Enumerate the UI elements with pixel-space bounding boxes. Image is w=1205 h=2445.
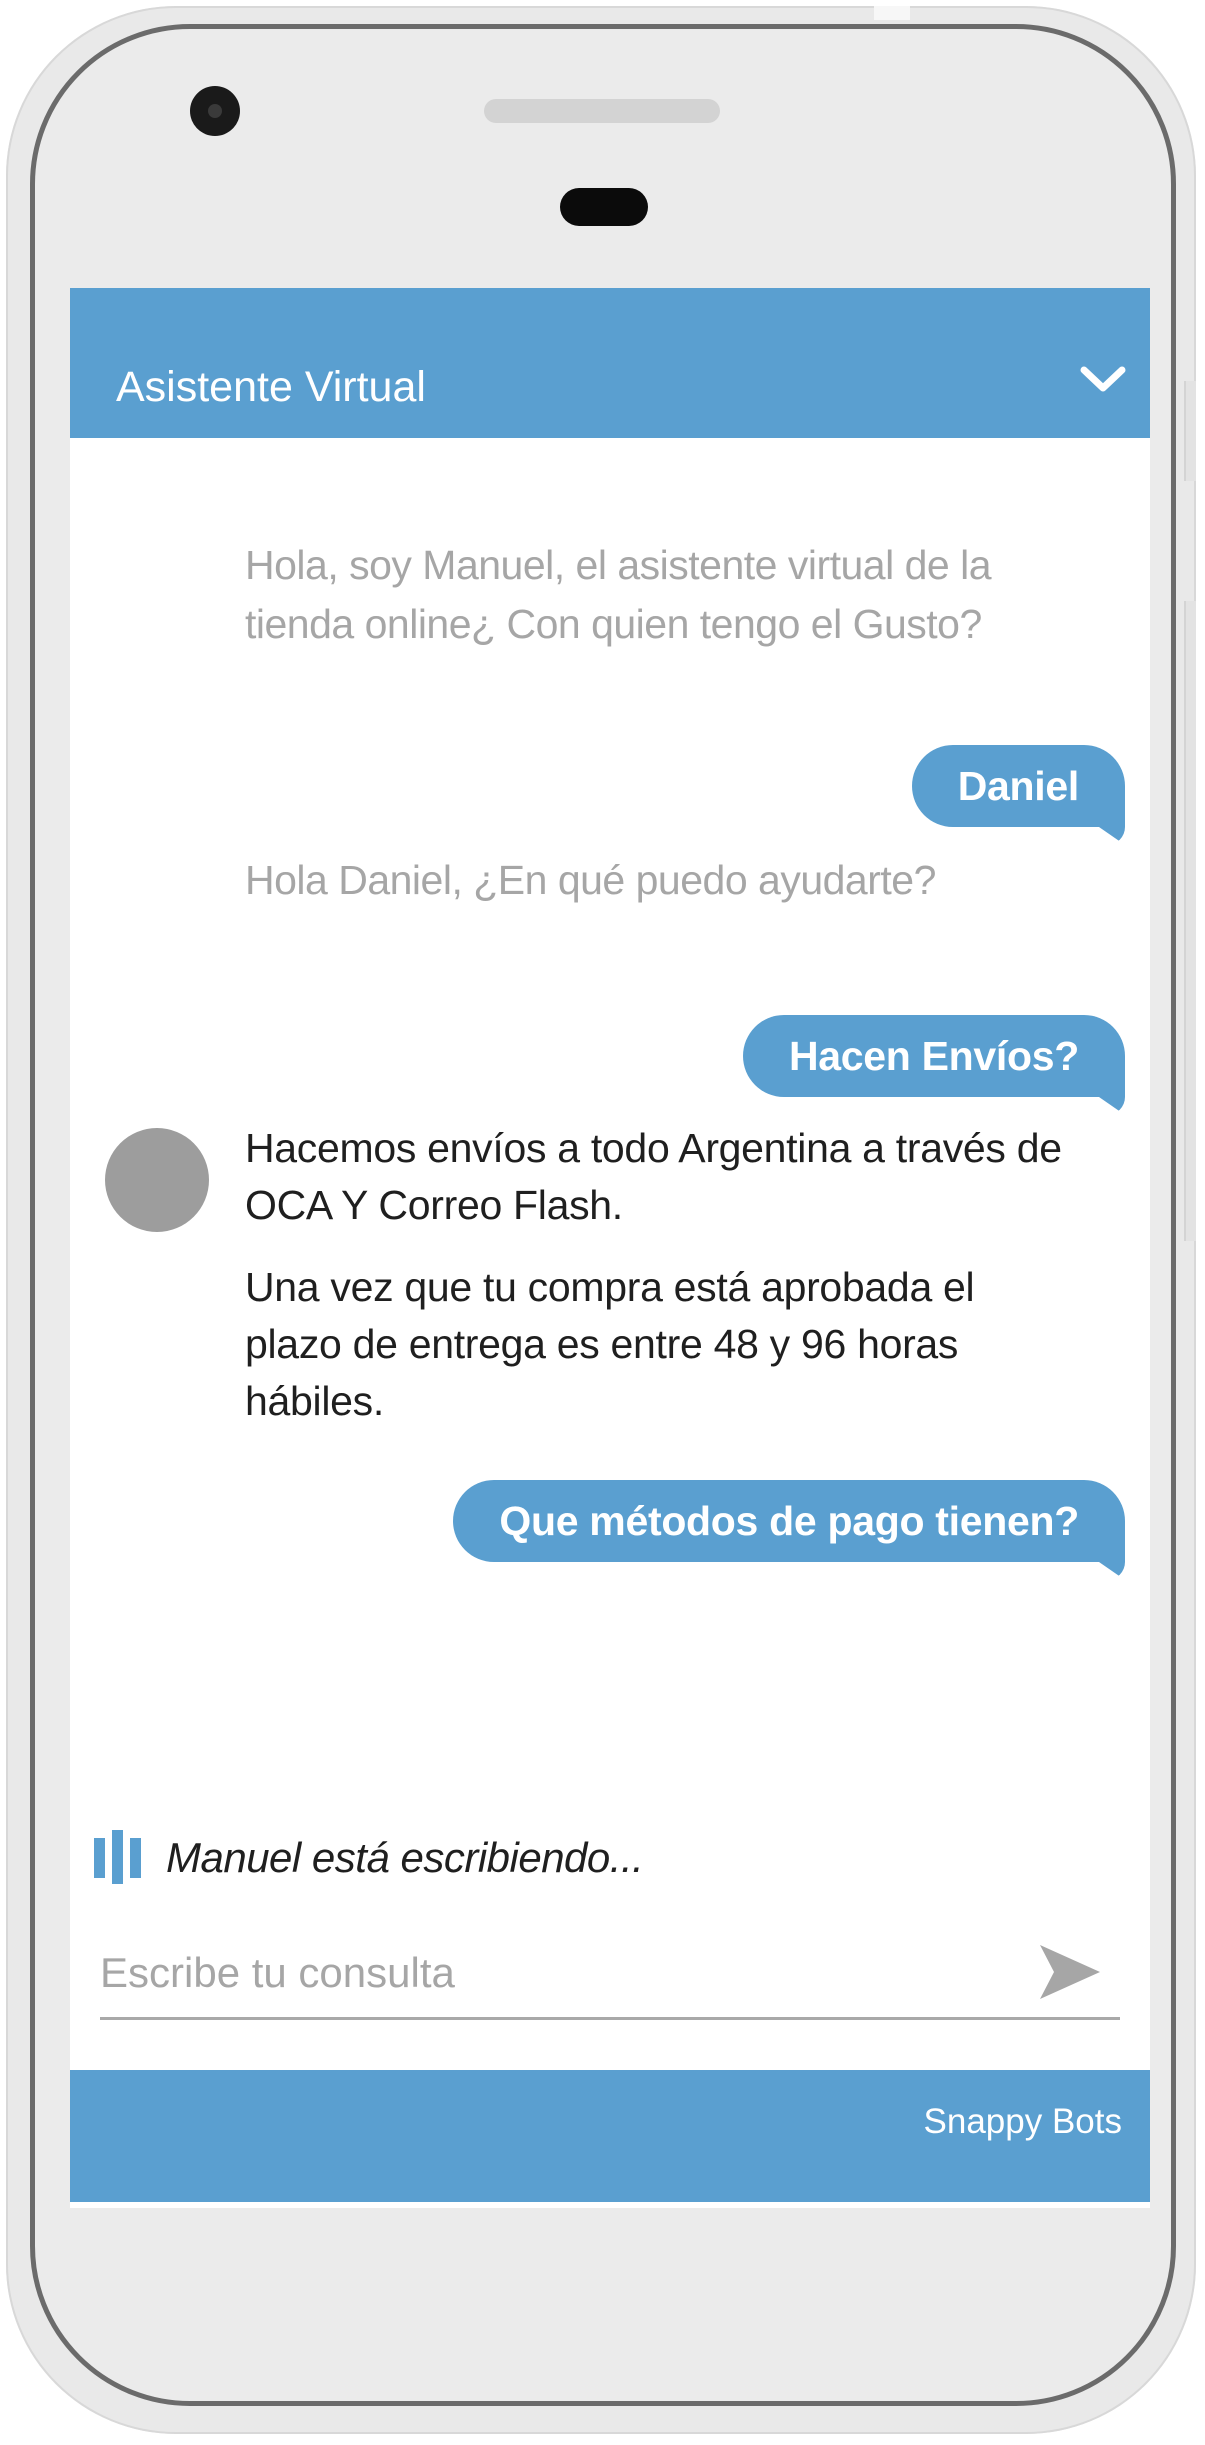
phone-side-button	[1184, 601, 1196, 1241]
send-icon	[1040, 1945, 1100, 1999]
bot-message-shipping-2: Una vez que tu compra está aprobada el p…	[245, 1264, 975, 1424]
bot-message-greeting: Hola, soy Manuel, el asistente virtual d…	[245, 542, 992, 647]
user-message-name: Daniel	[911, 745, 1125, 827]
typing-text: Manuel está escribiendo...	[166, 1834, 644, 1881]
bot-message-shipping-1: Hacemos envíos a todo Argentina a través…	[245, 1125, 1062, 1228]
earpiece	[560, 188, 648, 226]
footer-brand: Snappy Bots	[923, 2102, 1122, 2141]
message-input[interactable]	[100, 1933, 1000, 2013]
bot-avatar	[105, 1128, 209, 1232]
user-message-shipping: Hacen Envíos?	[742, 1015, 1125, 1097]
front-camera	[190, 86, 240, 136]
phone-side-button	[1184, 381, 1196, 481]
send-button[interactable]	[1038, 1943, 1102, 2001]
chat-screen: Asistente Virtual Hola, soy Manuel, el a…	[70, 288, 1150, 2208]
chat-header: Asistente Virtual	[70, 288, 1150, 438]
message-input-row	[100, 1933, 1120, 2020]
typing-indicator-icon	[94, 1830, 141, 1884]
chevron-down-icon	[1080, 366, 1126, 392]
phone-frame: Asistente Virtual Hola, soy Manuel, el a…	[6, 6, 1196, 2434]
speaker-grill	[484, 99, 720, 123]
bot-message-help: Hola Daniel, ¿En qué puedo ayudarte?	[245, 857, 936, 903]
phone-top-mark	[874, 6, 910, 20]
collapse-button[interactable]	[1076, 358, 1130, 402]
chat-title: Asistente Virtual	[116, 363, 426, 411]
chat-footer: Snappy Bots	[70, 2070, 1150, 2202]
user-message-payment: Que métodos de pago tienen?	[453, 1480, 1125, 1562]
